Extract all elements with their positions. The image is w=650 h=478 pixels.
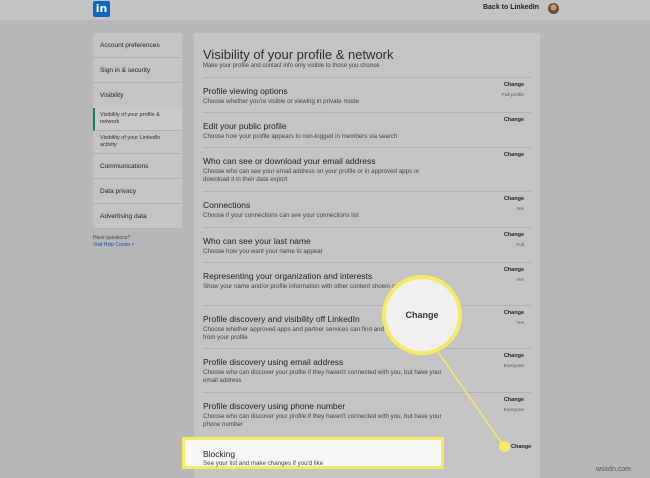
setting-row-blocking-highlighted[interactable]: Blocking See your list and make changes … — [182, 437, 444, 469]
blocking-change-button[interactable]: Change — [511, 444, 531, 450]
blocking-description: See your list and make changes if you'd … — [203, 460, 324, 467]
magnified-change-label: Change — [405, 310, 439, 320]
callout-line — [437, 351, 504, 446]
callout-dot — [499, 441, 510, 452]
magnified-change-callout: Change — [382, 275, 462, 355]
blocking-title: Blocking — [203, 449, 236, 459]
watermark: wsxdn.com — [596, 466, 632, 473]
